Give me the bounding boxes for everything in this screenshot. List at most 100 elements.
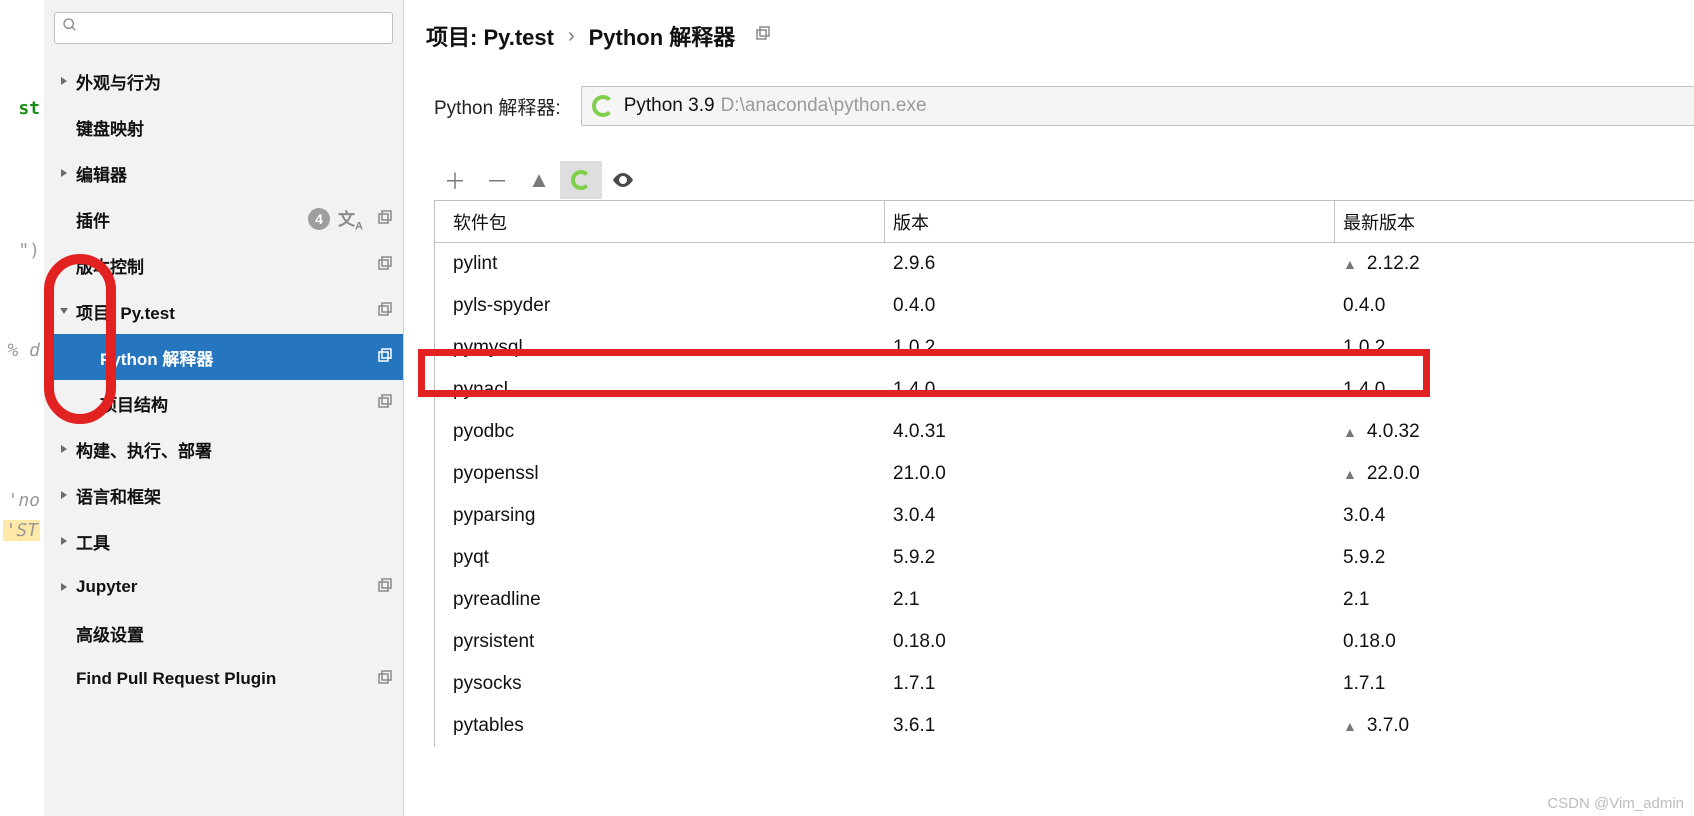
sidebar-item-1[interactable]: 键盘映射 xyxy=(44,104,403,150)
pkg-name: pyopenssl xyxy=(435,463,885,485)
pkg-version: 3.0.4 xyxy=(885,505,1335,527)
table-row[interactable]: pyqt5.9.25.9.2 xyxy=(435,537,1694,579)
table-row[interactable]: pynacl1.4.01.4.0 xyxy=(435,369,1694,411)
settings-search[interactable] xyxy=(54,12,393,44)
interpreter-row: Python 解释器: Python 3.9 D:\anaconda\pytho… xyxy=(404,56,1694,126)
sidebar-item-5[interactable]: 项目: Py.test xyxy=(44,288,403,334)
chevron-icon xyxy=(54,166,74,181)
overlay-icon xyxy=(377,670,395,688)
spinner-icon xyxy=(571,170,591,190)
overlay-icon xyxy=(377,394,395,412)
update-badge: 4 xyxy=(308,208,330,230)
refresh-packages-button[interactable] xyxy=(560,161,602,199)
overlay-icon xyxy=(377,348,395,366)
table-row[interactable]: pymysql1.0.21.0.2 xyxy=(435,327,1694,369)
chevron-icon xyxy=(54,534,74,549)
pkg-version: 21.0.0 xyxy=(885,463,1335,485)
sidebar-item-label: 语言和框架 xyxy=(76,483,395,508)
sidebar-item-11[interactable]: Jupyter xyxy=(44,564,403,610)
pkg-version: 0.18.0 xyxy=(885,631,1335,653)
overlay-icon xyxy=(377,302,395,320)
upgrade-package-button[interactable]: ▲ xyxy=(518,161,560,199)
interpreter-path: D:\anaconda\python.exe xyxy=(721,95,927,117)
breadcrumb-sep: › xyxy=(568,25,575,48)
pkg-latest: 0.18.0 xyxy=(1335,631,1694,653)
sidebar-item-6[interactable]: Python 解释器 xyxy=(44,334,403,380)
sidebar-item-8[interactable]: 构建、执行、部署 xyxy=(44,426,403,472)
pkg-latest: ▲4.0.32 xyxy=(1335,421,1694,443)
overlay-icon xyxy=(377,578,395,596)
pkg-latest: 1.0.2 xyxy=(1335,337,1694,359)
sidebar-item-label: Python 解释器 xyxy=(100,345,371,370)
pkg-name: pyodbc xyxy=(435,421,885,443)
sidebar-item-label: Find Pull Request Plugin xyxy=(76,669,371,689)
pkg-version: 1.4.0 xyxy=(885,379,1335,401)
table-row[interactable]: pyparsing3.0.43.0.4 xyxy=(435,495,1694,537)
pkg-latest: 3.0.4 xyxy=(1335,505,1694,527)
sidebar-item-12[interactable]: 高级设置 xyxy=(44,610,403,656)
chevron-icon xyxy=(54,442,74,457)
sidebar-item-4[interactable]: 版本控制 xyxy=(44,242,403,288)
add-package-button[interactable]: ＋ xyxy=(434,161,476,199)
packages-table: 软件包 版本 最新版本 pylint2.9.6▲2.12.2pyls-spyde… xyxy=(434,200,1694,747)
table-row[interactable]: pylint2.9.6▲2.12.2 xyxy=(435,243,1694,285)
table-row[interactable]: pytables3.6.1▲3.7.0 xyxy=(435,705,1694,747)
sidebar-item-label: 外观与行为 xyxy=(76,69,395,94)
search-input[interactable] xyxy=(54,12,393,44)
pkg-latest: 0.4.0 xyxy=(1335,295,1694,317)
sidebar-item-label: Jupyter xyxy=(76,577,371,597)
show-early-releases-button[interactable] xyxy=(602,161,644,199)
breadcrumb: 项目: Py.test › Python 解释器 xyxy=(404,16,1694,56)
sidebar-item-3[interactable]: 插件4文A xyxy=(44,196,403,242)
sidebar-item-10[interactable]: 工具 xyxy=(44,518,403,564)
editor-gutter: st ") % d 'no 'ST xyxy=(0,0,44,816)
sidebar-item-label: 编辑器 xyxy=(76,161,395,186)
table-row[interactable]: pyls-spyder0.4.00.4.0 xyxy=(435,285,1694,327)
col-header-latest[interactable]: 最新版本 xyxy=(1335,201,1694,242)
table-row[interactable]: pyopenssl21.0.0▲22.0.0 xyxy=(435,453,1694,495)
sidebar-item-label: 工具 xyxy=(76,529,395,554)
pkg-name: pyrsistent xyxy=(435,631,885,653)
sidebar-item-13[interactable]: Find Pull Request Plugin xyxy=(44,656,403,702)
col-header-name[interactable]: 软件包 xyxy=(435,201,885,242)
pkg-name: pynacl xyxy=(435,379,885,401)
spinner-icon xyxy=(592,95,614,117)
remove-package-button[interactable]: － xyxy=(476,161,518,199)
settings-sidebar: 外观与行为键盘映射编辑器插件4文A 版本控制项目: Py.test Python 解… xyxy=(44,0,404,816)
sidebar-item-label: 项目: Py.test xyxy=(76,299,371,324)
overlay-icon xyxy=(755,26,771,47)
sidebar-item-7[interactable]: 项目结构 xyxy=(44,380,403,426)
pkg-version: 3.6.1 xyxy=(885,715,1335,737)
pkg-name: pytables xyxy=(435,715,885,737)
pkg-latest: 1.7.1 xyxy=(1335,673,1694,695)
col-header-version[interactable]: 版本 xyxy=(885,201,1335,242)
interpreter-select[interactable]: Python 3.9 D:\anaconda\python.exe xyxy=(581,86,1694,126)
upgrade-available-icon: ▲ xyxy=(1343,256,1357,272)
breadcrumb-interpreter[interactable]: Python 解释器 xyxy=(589,20,736,52)
chevron-icon xyxy=(54,488,74,503)
chevron-icon xyxy=(54,304,74,319)
table-header: 软件包 版本 最新版本 xyxy=(435,201,1694,243)
sidebar-item-label: 版本控制 xyxy=(76,253,371,278)
table-row[interactable]: pysocks1.7.11.7.1 xyxy=(435,663,1694,705)
sidebar-item-label: 项目结构 xyxy=(100,391,371,416)
sidebar-item-2[interactable]: 编辑器 xyxy=(44,150,403,196)
sidebar-item-0[interactable]: 外观与行为 xyxy=(44,58,403,104)
table-row[interactable]: pyodbc4.0.31▲4.0.32 xyxy=(435,411,1694,453)
pkg-latest: 1.4.0 xyxy=(1335,379,1694,401)
chevron-icon xyxy=(54,580,74,595)
interpreter-label: Python 解释器: xyxy=(434,93,561,120)
chevron-icon xyxy=(54,258,74,273)
pkg-name: pymysql xyxy=(435,337,885,359)
pkg-version: 2.1 xyxy=(885,589,1335,611)
sidebar-item-9[interactable]: 语言和框架 xyxy=(44,472,403,518)
table-row[interactable]: pyreadline2.12.1 xyxy=(435,579,1694,621)
sidebar-item-label: 插件 xyxy=(76,207,308,232)
interpreter-name: Python 3.9 xyxy=(624,95,715,117)
table-row[interactable]: pyrsistent0.18.00.18.0 xyxy=(435,621,1694,663)
pkg-name: pylint xyxy=(435,253,885,275)
settings-main: 项目: Py.test › Python 解释器 Python 解释器: Pyt… xyxy=(404,0,1694,816)
breadcrumb-project[interactable]: 项目: Py.test xyxy=(426,20,554,52)
pkg-version: 2.9.6 xyxy=(885,253,1335,275)
upgrade-available-icon: ▲ xyxy=(1343,466,1357,482)
